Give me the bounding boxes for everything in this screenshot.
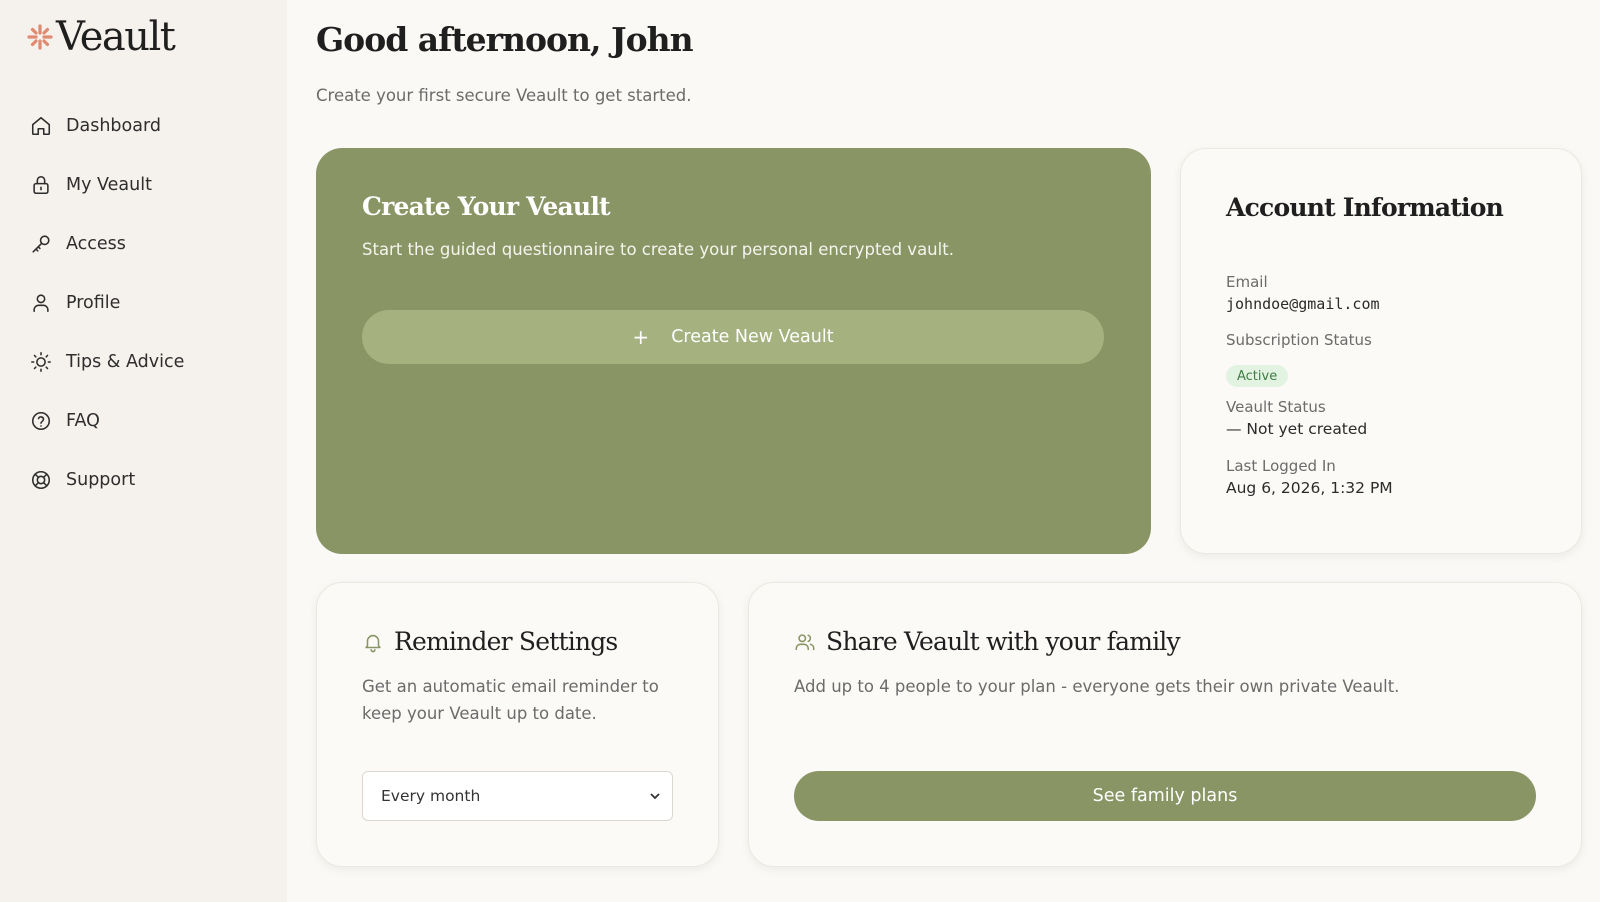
see-family-plans-button[interactable]: See family plans bbox=[794, 771, 1536, 821]
sidebar-item-tips[interactable]: Tips & Advice bbox=[30, 332, 184, 391]
veault-status-label: Veault Status bbox=[1226, 398, 1326, 416]
share-family-header: Share Veault with your family bbox=[794, 627, 1181, 656]
sidebar-item-label: My Veault bbox=[66, 174, 152, 195]
sidebar-item-label: Access bbox=[66, 233, 126, 254]
sidebar-item-support[interactable]: Support bbox=[30, 450, 184, 509]
email-label: Email bbox=[1226, 273, 1268, 291]
sidebar-item-label: Profile bbox=[66, 292, 121, 313]
reminder-frequency-select[interactable]: Every month bbox=[362, 771, 673, 821]
sidebar-item-label: Tips & Advice bbox=[66, 351, 185, 372]
share-family-description: Add up to 4 people to your plan - everyo… bbox=[794, 677, 1400, 696]
bell-icon bbox=[365, 634, 381, 652]
reminder-description-line: keep your Veault up to date. bbox=[362, 704, 597, 723]
create-veault-card: Create Your Veault Start the guided ques… bbox=[316, 148, 1151, 554]
create-veault-title: Create Your Veault bbox=[362, 192, 611, 221]
reminder-frequency-value: Every month bbox=[381, 787, 481, 805]
help-circle-icon bbox=[31, 411, 51, 430]
sidebar-item-my-veault[interactable]: My Veault bbox=[30, 155, 184, 214]
share-family-title: Share Veault with your family bbox=[826, 627, 1181, 656]
reminder-description-line: Get an automatic email reminder to bbox=[362, 677, 659, 696]
status-badge: Active bbox=[1226, 365, 1289, 387]
last-logged-in-value: Aug 6, 2026, 1:32 PM bbox=[1226, 479, 1393, 497]
chevron-down-icon bbox=[650, 793, 660, 800]
reminder-settings-title: Reminder Settings bbox=[394, 627, 618, 656]
reminder-settings-card: Reminder Settings Get an automatic email… bbox=[316, 582, 719, 867]
sidebar: Veault Dashboard My Veault Access Profil… bbox=[0, 0, 287, 902]
sidebar-item-label: FAQ bbox=[66, 410, 100, 431]
sidebar-item-faq[interactable]: FAQ bbox=[30, 391, 184, 450]
subscription-status-label: Subscription Status bbox=[1226, 331, 1372, 349]
last-logged-in-label: Last Logged In bbox=[1226, 457, 1336, 475]
create-new-veault-button[interactable]: + Create New Veault bbox=[362, 310, 1104, 364]
home-icon bbox=[31, 116, 51, 135]
plus-icon: + bbox=[632, 325, 650, 349]
users-icon bbox=[795, 633, 815, 650]
reminder-settings-description: Get an automatic email reminder to keep … bbox=[362, 673, 659, 727]
lightbulb-icon bbox=[31, 351, 51, 372]
account-information-card: Account Information Email johndoe@gmail.… bbox=[1180, 148, 1582, 554]
veault-status-value: — Not yet created bbox=[1226, 420, 1368, 438]
sidebar-item-label: Dashboard bbox=[66, 115, 161, 136]
account-information-title: Account Information bbox=[1226, 193, 1504, 222]
sidebar-item-profile[interactable]: Profile bbox=[30, 273, 184, 332]
user-icon bbox=[33, 293, 49, 312]
lock-icon bbox=[33, 175, 49, 194]
sidebar-item-access[interactable]: Access bbox=[30, 214, 184, 273]
logo[interactable]: Veault bbox=[26, 14, 176, 60]
brand-name: Veault bbox=[56, 14, 176, 60]
key-icon bbox=[32, 234, 50, 253]
lifebuoy-icon bbox=[31, 470, 51, 489]
reminder-settings-header: Reminder Settings bbox=[362, 627, 618, 656]
page-title: Good afternoon, John bbox=[316, 20, 694, 59]
sidebar-nav: Dashboard My Veault Access Profile Tips … bbox=[30, 96, 184, 509]
sparkle-logo-icon bbox=[27, 24, 53, 50]
sidebar-item-dashboard[interactable]: Dashboard bbox=[30, 96, 184, 155]
email-value: johndoe@gmail.com bbox=[1226, 295, 1380, 313]
share-family-card: Share Veault with your family Add up to … bbox=[748, 582, 1582, 867]
create-veault-description: Start the guided questionnaire to create… bbox=[362, 240, 954, 259]
page-subtitle: Create your first secure Veault to get s… bbox=[316, 86, 692, 105]
sidebar-item-label: Support bbox=[66, 469, 136, 490]
create-new-veault-label: Create New Veault bbox=[671, 327, 834, 347]
